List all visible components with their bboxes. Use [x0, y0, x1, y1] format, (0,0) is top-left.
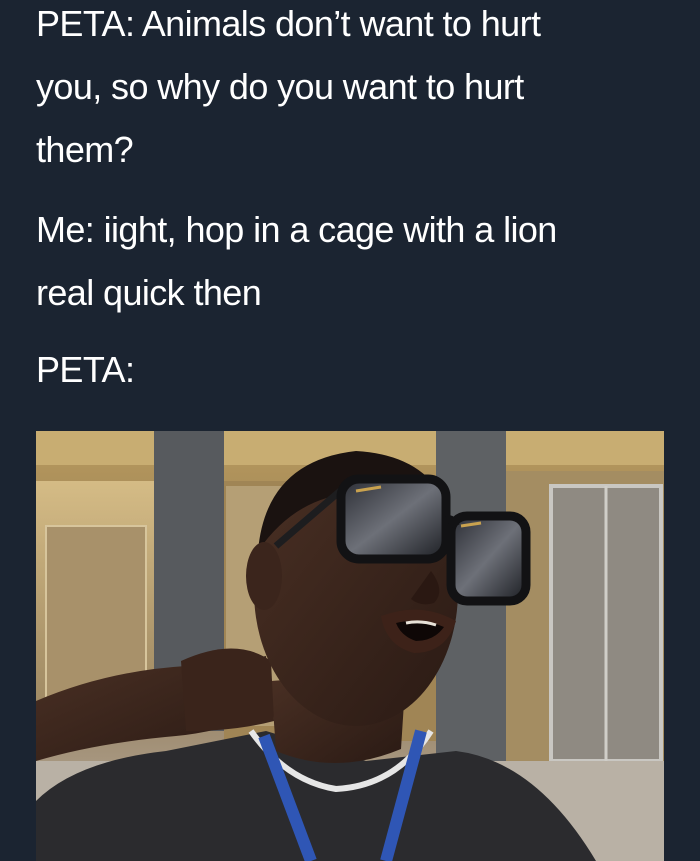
caption-line: PETA: — [36, 349, 135, 390]
caption-paragraph-peta-statement: PETA: Animals don’t want to hurt you, so… — [36, 0, 541, 181]
reaction-photo — [36, 431, 664, 861]
caption-line: real quick then — [36, 272, 262, 313]
hand-on-neck — [181, 648, 274, 731]
caption-line: them? — [36, 129, 134, 170]
reaction-photo-illustration — [36, 431, 664, 861]
caption-line: PETA: Animals don’t want to hurt — [36, 3, 541, 44]
caption-line: Me: iight, hop in a cage with a lion — [36, 209, 557, 250]
meme-post: PETA: Animals don’t want to hurt you, so… — [0, 0, 700, 861]
caption-paragraph-peta-reaction: PETA: — [36, 338, 135, 401]
caption-line: you, so why do you want to hurt — [36, 66, 524, 107]
right-lens — [446, 511, 531, 606]
ear — [246, 542, 282, 610]
caption-paragraph-me-reply: Me: iight, hop in a cage with a lion rea… — [36, 198, 557, 324]
